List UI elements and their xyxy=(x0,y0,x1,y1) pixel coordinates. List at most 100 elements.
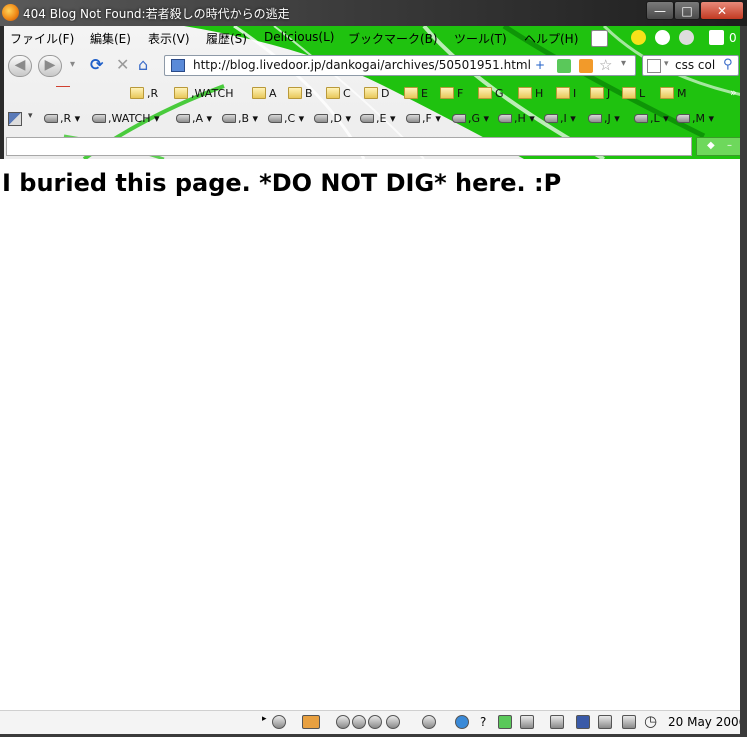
up-icon[interactable]: ◆ xyxy=(707,140,715,151)
menu-delicious[interactable]: Delicious(L) xyxy=(264,30,334,44)
delicious-icon[interactable] xyxy=(631,30,646,45)
firefox-icon xyxy=(2,4,19,21)
tag-icon xyxy=(406,114,420,123)
grid-icon[interactable] xyxy=(520,715,534,729)
search-engine-dropdown-icon[interactable]: ▾ xyxy=(664,59,669,69)
refresh-addon-icon[interactable] xyxy=(655,30,670,45)
tag-icon xyxy=(588,114,602,123)
history-dropdown-icon[interactable]: ▾ xyxy=(70,56,75,74)
settings-addon-icon[interactable] xyxy=(679,30,694,45)
tag-item[interactable]: ,D ▾ xyxy=(314,112,351,125)
tag-item[interactable]: ,C ▾ xyxy=(268,112,304,125)
stop-icon[interactable]: ✕ xyxy=(116,56,129,74)
menu-edit[interactable]: 編集(E) xyxy=(90,30,131,47)
page-heading: I buried this page. *DO NOT DIG* here. :… xyxy=(2,169,562,197)
gmail-icon[interactable] xyxy=(709,30,724,45)
media-icon[interactable] xyxy=(272,715,286,729)
pause-icon[interactable] xyxy=(352,715,366,729)
tag-item[interactable]: ,H ▾ xyxy=(498,112,535,125)
folder-icon xyxy=(326,87,340,99)
add-plus-icon[interactable]: + xyxy=(535,58,545,72)
folder-icon xyxy=(252,87,266,99)
bookmark-folder[interactable]: B xyxy=(288,87,313,100)
edit-addon-icon[interactable] xyxy=(302,715,320,729)
prev-track-icon[interactable] xyxy=(336,715,350,729)
help-mark[interactable]: ? xyxy=(480,715,486,729)
forward-button[interactable]: ▶ xyxy=(38,55,62,77)
minimize-button[interactable]: — xyxy=(646,1,674,20)
minus-icon[interactable]: – xyxy=(727,140,732,151)
folder-icon xyxy=(622,87,636,99)
sync-icon[interactable] xyxy=(422,715,436,729)
bookmark-folder[interactable]: ,WATCH xyxy=(174,87,233,100)
window-right-edge xyxy=(740,26,747,737)
toolbar-input[interactable] xyxy=(6,137,692,156)
bookmark-star-icon[interactable]: ☆ xyxy=(599,56,612,74)
tag-item[interactable]: ,F ▾ xyxy=(406,112,441,125)
menu-help[interactable]: ヘルプ(H) xyxy=(524,30,578,47)
back-button[interactable]: ◀ xyxy=(8,55,32,77)
tag-icon xyxy=(676,114,690,123)
bug-icon[interactable] xyxy=(622,715,636,729)
tag-item[interactable]: ,L ▾ xyxy=(634,112,669,125)
bookmark-folder[interactable]: M xyxy=(660,87,687,100)
home-icon[interactable]: ⌂ xyxy=(138,56,148,74)
overflow-chevron-icon[interactable]: » xyxy=(730,86,737,99)
tag-item[interactable]: ,I ▾ xyxy=(544,112,576,125)
menu-history[interactable]: 履歴(S) xyxy=(206,30,247,47)
bookmark-folder[interactable]: F xyxy=(440,87,463,100)
tag-item[interactable]: ,G ▾ xyxy=(452,112,489,125)
rss-icon[interactable] xyxy=(579,59,593,73)
browser-window: 404 Blog Not Found:若者殺しの時代からの逃走 — □ ✕ ファ… xyxy=(0,0,747,737)
menu-tools[interactable]: ツール(T) xyxy=(454,30,507,47)
volume-icon[interactable] xyxy=(386,715,400,729)
maximize-button[interactable]: □ xyxy=(674,1,700,20)
status-bar: ▸ ? ◷ 20 May 2006 xyxy=(0,710,740,735)
toolbar-buttons[interactable]: ◆ – xyxy=(696,137,744,156)
bookmark-folder[interactable]: J xyxy=(590,87,610,100)
menu-view[interactable]: 表示(V) xyxy=(148,30,190,47)
stamp-icon[interactable] xyxy=(598,715,612,729)
search-engine-icon[interactable] xyxy=(647,59,661,73)
tag-item[interactable]: ,WATCH ▾ xyxy=(92,112,160,125)
bookmark-folder[interactable]: A xyxy=(252,87,277,100)
search-icon[interactable]: ⚲ xyxy=(723,57,733,72)
refresh-feed-icon[interactable] xyxy=(557,59,571,73)
addon-blue-icon[interactable] xyxy=(455,715,469,729)
folder-icon xyxy=(364,87,378,99)
bookmark-folder[interactable]: L xyxy=(622,87,645,100)
tag-item[interactable]: ,M ▾ xyxy=(676,112,714,125)
bookmark-folder[interactable]: ,R xyxy=(130,87,158,100)
tag-icon xyxy=(44,114,58,123)
next-track-icon[interactable] xyxy=(368,715,382,729)
url-bar[interactable]: http://blog.livedoor.jp/dankogai/archive… xyxy=(164,55,636,76)
google-icon[interactable] xyxy=(591,30,608,47)
tag-item[interactable]: ,A ▾ xyxy=(176,112,212,125)
battery-icon[interactable] xyxy=(498,715,512,729)
tag-item[interactable]: ,B ▾ xyxy=(222,112,258,125)
bookmark-folder[interactable]: D xyxy=(364,87,389,100)
pvd-icon[interactable] xyxy=(576,715,590,729)
chat-icon[interactable] xyxy=(550,715,564,729)
url-dropdown-icon[interactable]: ▾ xyxy=(621,58,626,69)
tag-item[interactable]: ,E ▾ xyxy=(360,112,395,125)
search-bar[interactable]: ▾ css col ⚲ xyxy=(642,55,739,76)
tag-menu-dropdown-icon[interactable]: ▾ xyxy=(28,111,33,121)
menu-bookmarks[interactable]: ブックマーク(B) xyxy=(348,30,438,47)
arrow-icon[interactable]: ▸ xyxy=(262,714,267,724)
url-text[interactable]: http://blog.livedoor.jp/dankogai/archive… xyxy=(193,58,531,72)
reload-icon[interactable]: ⟳ xyxy=(90,56,103,74)
bookmark-folder[interactable]: I xyxy=(556,87,576,100)
menu-file[interactable]: ファイル(F) xyxy=(10,30,74,47)
tag-menu-icon[interactable] xyxy=(8,112,22,126)
bookmark-folder[interactable]: H xyxy=(518,87,543,100)
bookmark-folder[interactable]: E xyxy=(404,87,428,100)
close-button[interactable]: ✕ xyxy=(700,1,744,20)
search-input[interactable]: css col xyxy=(675,58,719,72)
window-title: 404 Blog Not Found:若者殺しの時代からの逃走 xyxy=(23,7,290,21)
tag-item[interactable]: ,J ▾ xyxy=(588,112,620,125)
tag-item[interactable]: ,R ▾ xyxy=(44,112,80,125)
bookmark-folder[interactable]: G xyxy=(478,87,504,100)
tag-icon xyxy=(268,114,282,123)
bookmark-folder[interactable]: C xyxy=(326,87,351,100)
